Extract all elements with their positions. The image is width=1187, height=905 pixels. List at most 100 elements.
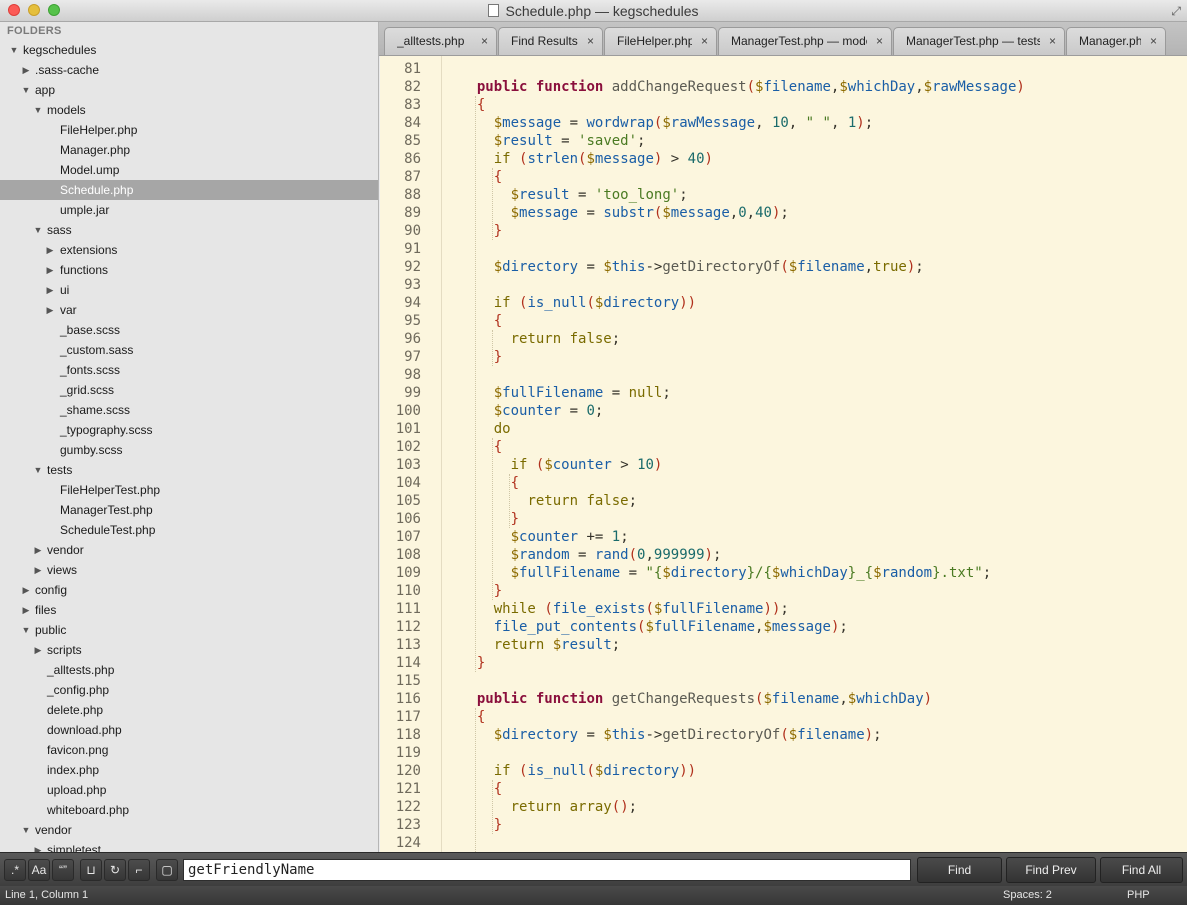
code-line[interactable]: {: [460, 312, 502, 330]
editor-tab[interactable]: Find Results ×: [498, 27, 603, 55]
tab-close-icon[interactable]: ×: [1049, 28, 1056, 54]
sidebar-folder-item[interactable]: ▼ kegschedules: [0, 40, 378, 60]
sidebar-file-item[interactable]: _config.php: [0, 680, 378, 700]
disclosure-open-icon[interactable]: ▼: [21, 80, 31, 100]
tab-close-icon[interactable]: ×: [876, 28, 883, 54]
wrap-toggle[interactable]: ↻: [104, 859, 126, 881]
in-selection-toggle[interactable]: ⊔: [80, 859, 102, 881]
tab-close-icon[interactable]: ×: [481, 28, 488, 54]
code-line[interactable]: file_put_contents($fullFilename,$message…: [460, 618, 848, 636]
sidebar-file-item[interactable]: download.php: [0, 720, 378, 740]
find-prev-button[interactable]: Find Prev: [1006, 857, 1096, 883]
disclosure-closed-icon[interactable]: ▶: [45, 260, 55, 280]
sidebar-file-item[interactable]: _alltests.php: [0, 660, 378, 680]
sidebar-file-item[interactable]: favicon.png: [0, 740, 378, 760]
code-line[interactable]: }: [460, 222, 502, 240]
find-input[interactable]: [183, 859, 911, 881]
sidebar-file-item[interactable]: _grid.scss: [0, 380, 378, 400]
code-line[interactable]: public function getChangeRequests($filen…: [460, 690, 932, 708]
sidebar-folder-item[interactable]: ▶ vendor: [0, 540, 378, 560]
editor-tab[interactable]: ManagerTest.php — mode ×: [718, 27, 892, 55]
sidebar-folder-item[interactable]: ▶ views: [0, 560, 378, 580]
editor-tab[interactable]: _alltests.php ×: [384, 27, 497, 55]
code-line[interactable]: $result = 'too_long';: [460, 186, 688, 204]
disclosure-open-icon[interactable]: ▼: [33, 100, 43, 120]
sidebar-file-item[interactable]: upload.php: [0, 780, 378, 800]
disclosure-closed-icon[interactable]: ▶: [45, 240, 55, 260]
code-line[interactable]: if (is_null($directory)): [460, 294, 696, 312]
code-line[interactable]: }: [460, 582, 502, 600]
code-line[interactable]: $directory = $this->getDirectoryOf($file…: [460, 258, 924, 276]
code-line[interactable]: $message = wordwrap($rawMessage, 10, " "…: [460, 114, 873, 132]
code-line[interactable]: return $result;: [460, 636, 620, 654]
sidebar-folder-item[interactable]: ▶ extensions: [0, 240, 378, 260]
editor-tab[interactable]: FileHelper.php ×: [604, 27, 717, 55]
code-line[interactable]: public function addChangeRequest($filena…: [460, 78, 1025, 96]
sidebar-file-item[interactable]: FileHelper.php: [0, 120, 378, 140]
code-line[interactable]: $result = 'saved';: [460, 132, 646, 150]
sidebar-folder-item[interactable]: ▼ tests: [0, 460, 378, 480]
sidebar-file-item[interactable]: _fonts.scss: [0, 360, 378, 380]
sidebar-folder-item[interactable]: ▶ .sass-cache: [0, 60, 378, 80]
code-line[interactable]: $directory = $this->getDirectoryOf($file…: [460, 726, 882, 744]
sidebar-file-item[interactable]: FileHelperTest.php: [0, 480, 378, 500]
tab-close-icon[interactable]: ×: [701, 28, 708, 54]
sidebar-folder-item[interactable]: ▶ files: [0, 600, 378, 620]
syntax-selector[interactable]: PHP: [1127, 886, 1150, 905]
code-line[interactable]: if (is_null($directory)): [460, 762, 696, 780]
find-all-button[interactable]: Find All: [1100, 857, 1183, 883]
editor-tab[interactable]: Manager.php ×: [1066, 27, 1166, 55]
sidebar-folder-item[interactable]: ▼ public: [0, 620, 378, 640]
code-line[interactable]: while (file_exists($fullFilename));: [460, 600, 789, 618]
tab-close-icon[interactable]: ×: [587, 28, 594, 54]
code-line[interactable]: $fullFilename = "{$directory}/{$whichDay…: [460, 564, 992, 582]
sidebar-file-item[interactable]: delete.php: [0, 700, 378, 720]
code-line[interactable]: }: [460, 654, 485, 672]
code-line[interactable]: {: [460, 780, 502, 798]
code-line[interactable]: $message = substr($message,0,40);: [460, 204, 789, 222]
code-line[interactable]: $counter += 1;: [460, 528, 629, 546]
sidebar-file-item[interactable]: _base.scss: [0, 320, 378, 340]
find-button[interactable]: Find: [917, 857, 1002, 883]
sidebar-file-item[interactable]: _typography.scss: [0, 420, 378, 440]
code-line[interactable]: }: [460, 348, 502, 366]
disclosure-open-icon[interactable]: ▼: [9, 40, 19, 60]
sidebar-file-item[interactable]: whiteboard.php: [0, 800, 378, 820]
code-line[interactable]: if ($counter > 10): [460, 456, 663, 474]
sidebar-folder-item[interactable]: ▼ models: [0, 100, 378, 120]
sidebar-folder-item[interactable]: ▼ app: [0, 80, 378, 100]
disclosure-closed-icon[interactable]: ▶: [33, 640, 43, 660]
disclosure-closed-icon[interactable]: ▶: [45, 300, 55, 320]
sidebar-file-item[interactable]: Schedule.php: [0, 180, 378, 200]
sidebar-folder-item[interactable]: ▶ var: [0, 300, 378, 320]
sidebar-folder-item[interactable]: ▶ ui: [0, 280, 378, 300]
code-line[interactable]: {: [460, 474, 519, 492]
code-line[interactable]: if (strlen($message) > 40): [460, 150, 713, 168]
sidebar-file-item[interactable]: ScheduleTest.php: [0, 520, 378, 540]
code-line[interactable]: $fullFilename = null;: [460, 384, 671, 402]
code-line[interactable]: {: [460, 708, 485, 726]
show-context-toggle[interactable]: ▢: [156, 859, 178, 881]
disclosure-closed-icon[interactable]: ▶: [33, 840, 43, 852]
highlight-matches-toggle[interactable]: ⌐: [128, 859, 150, 881]
code-line[interactable]: {: [460, 96, 485, 114]
sidebar-file-item[interactable]: _shame.scss: [0, 400, 378, 420]
editor-tab[interactable]: ManagerTest.php — tests ×: [893, 27, 1065, 55]
case-sensitive-toggle[interactable]: Aa: [28, 859, 50, 881]
code-line[interactable]: {: [460, 168, 502, 186]
code-line[interactable]: return false;: [460, 330, 621, 348]
tab-close-icon[interactable]: ×: [1150, 28, 1157, 54]
disclosure-closed-icon[interactable]: ▶: [33, 560, 43, 580]
code-line[interactable]: do: [460, 420, 511, 438]
sidebar-folder-item[interactable]: ▶ functions: [0, 260, 378, 280]
code-line[interactable]: {: [460, 438, 502, 456]
code-line[interactable]: }: [460, 816, 502, 834]
sidebar-file-item[interactable]: gumby.scss: [0, 440, 378, 460]
indentation-setting[interactable]: Spaces: 2: [1003, 886, 1052, 905]
sidebar-file-item[interactable]: _custom.sass: [0, 340, 378, 360]
disclosure-closed-icon[interactable]: ▶: [21, 600, 31, 620]
disclosure-open-icon[interactable]: ▼: [21, 820, 31, 840]
fullscreen-icon[interactable]: ⤢: [1171, 4, 1181, 19]
sidebar-folder-item[interactable]: ▶ scripts: [0, 640, 378, 660]
disclosure-open-icon[interactable]: ▼: [33, 220, 43, 240]
